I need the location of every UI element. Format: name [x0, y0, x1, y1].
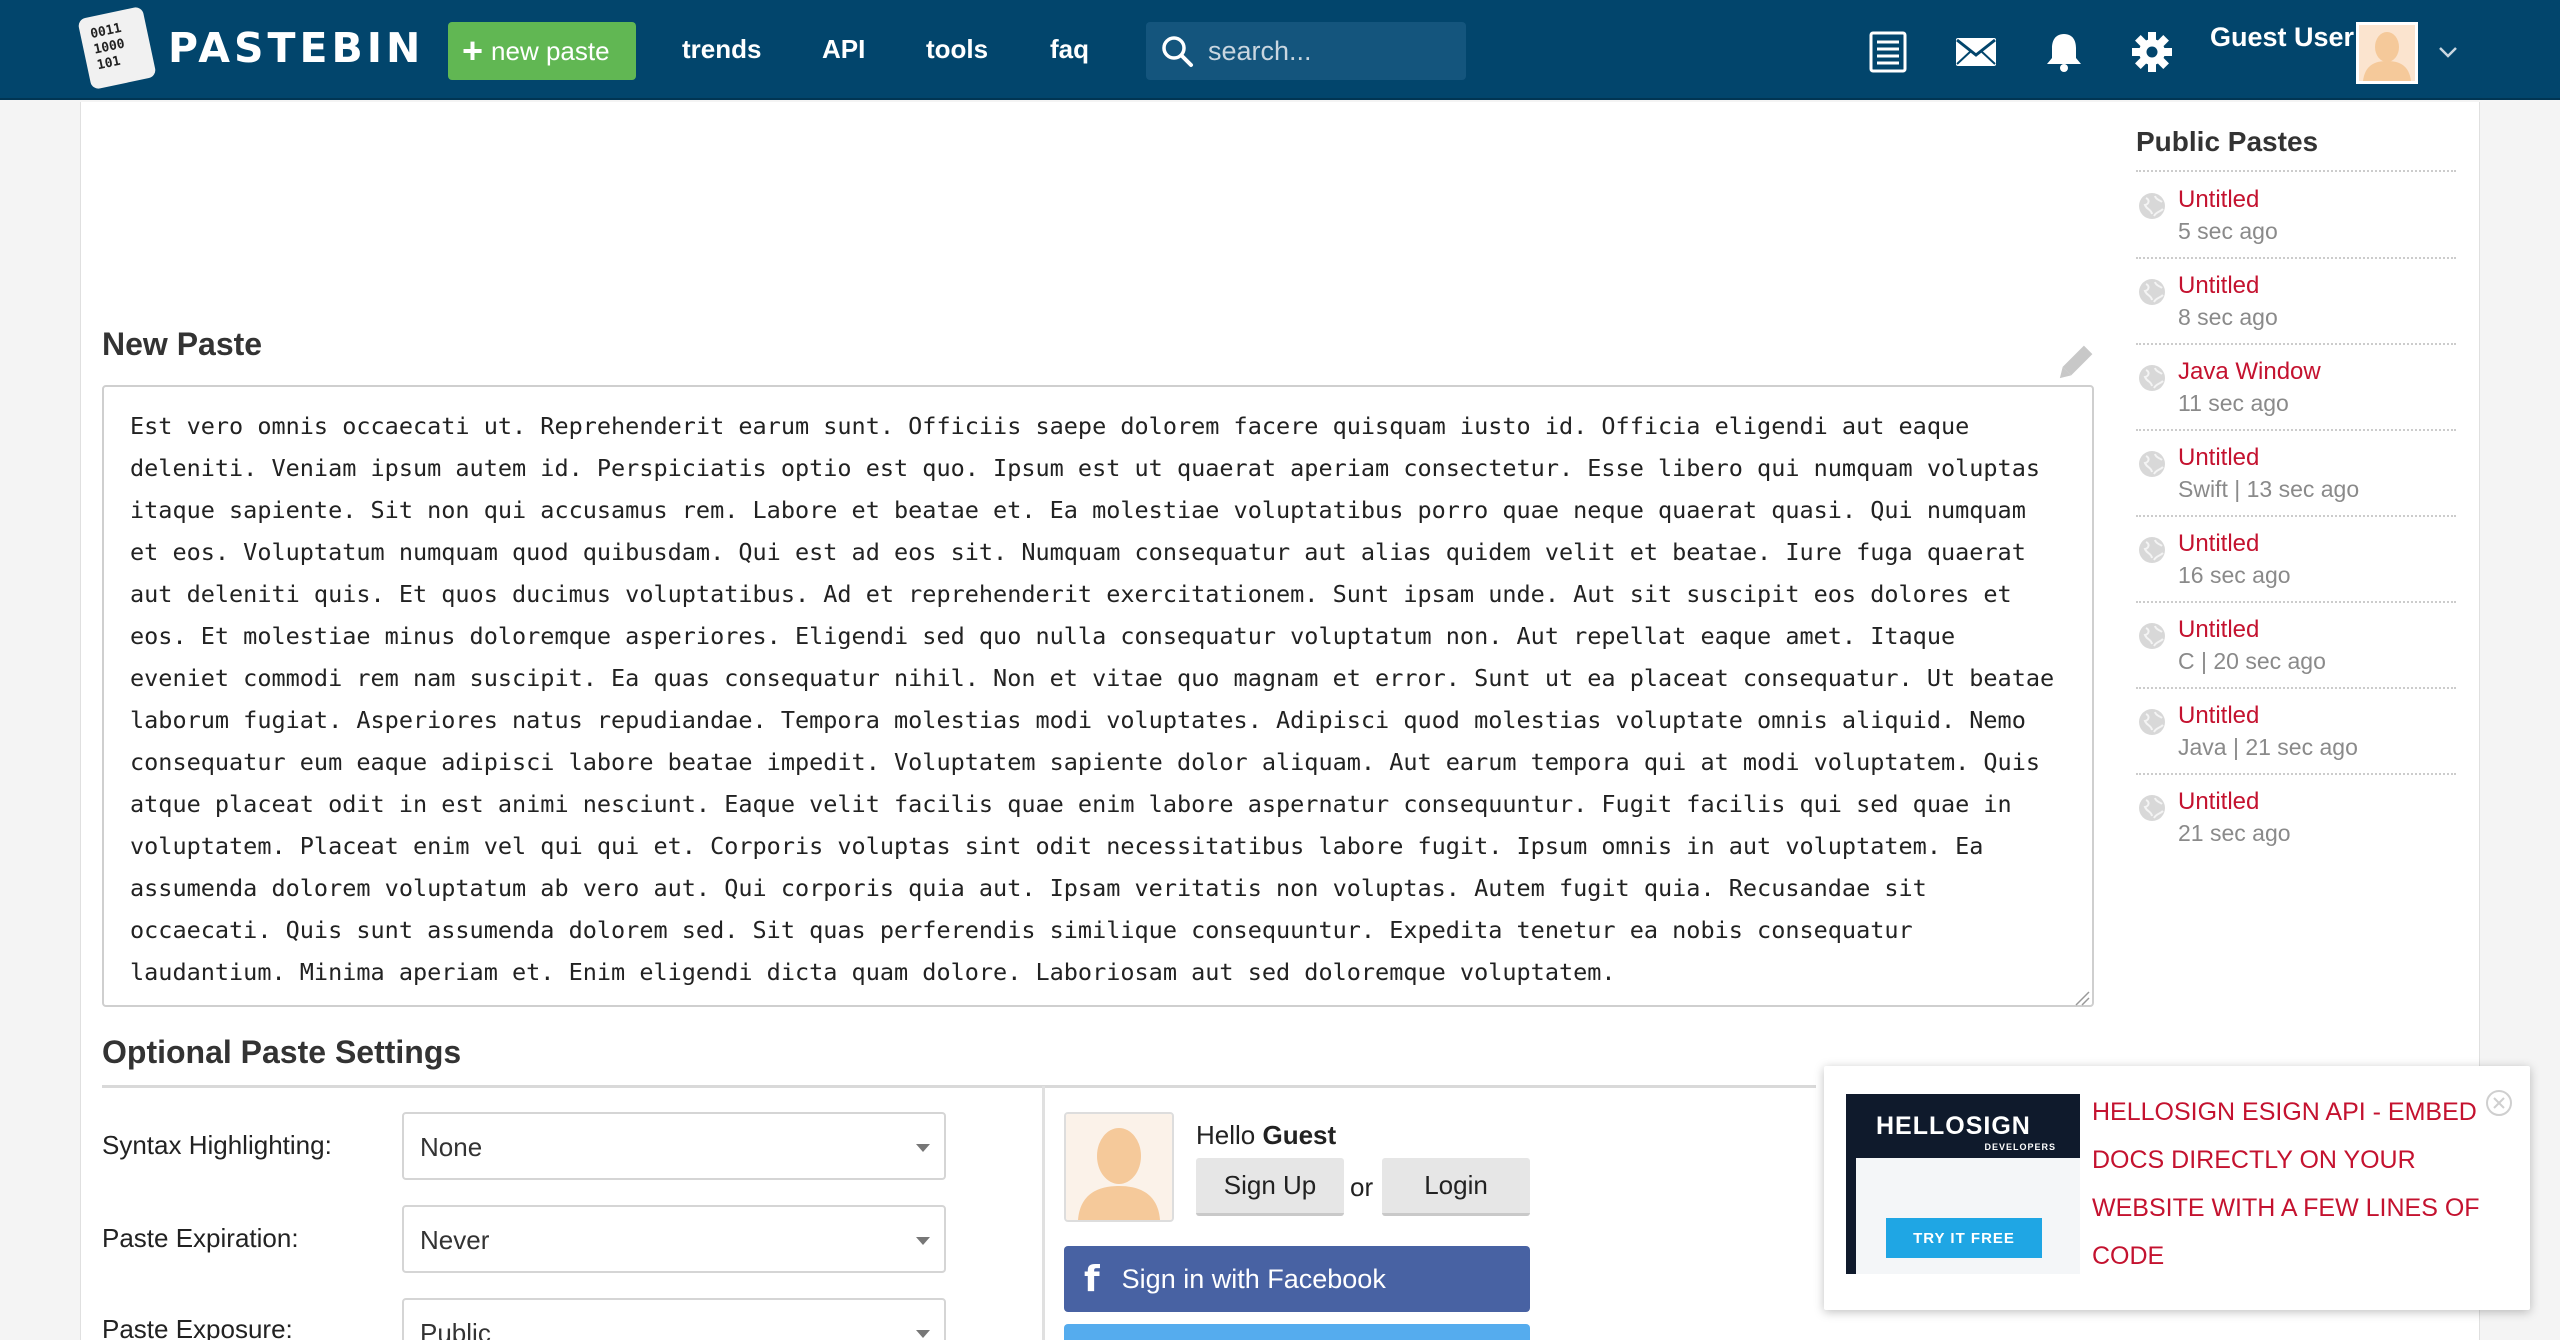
- hello-word: Hello: [1196, 1120, 1256, 1150]
- public-paste-item[interactable]: Untitled 21 sec ago: [2136, 786, 2456, 872]
- syntax-highlighting-label: Syntax Highlighting:: [102, 1130, 332, 1160]
- paste-expiration-value: Never: [420, 1225, 490, 1255]
- nav-api[interactable]: API: [822, 34, 865, 65]
- nav-trends[interactable]: trends: [682, 34, 761, 65]
- public-paste-title[interactable]: Untitled: [2178, 444, 2259, 472]
- public-paste-meta: 11 sec ago: [2178, 390, 2289, 416]
- user-menu-chevron-down-icon[interactable]: [2436, 40, 2460, 64]
- notifications-bell-icon[interactable]: [2042, 30, 2086, 74]
- guest-silhouette-icon: [1066, 1114, 1172, 1220]
- public-paste-title[interactable]: Untitled: [2178, 788, 2259, 816]
- facebook-signin-button[interactable]: f Sign in with Facebook: [1064, 1246, 1530, 1312]
- syntax-highlighting-value: None: [420, 1132, 483, 1162]
- logo-digits-3: 101: [95, 53, 122, 74]
- logo-icon: 0011 1000 101: [77, 5, 157, 91]
- sidebar-divider: [2136, 170, 2456, 172]
- my-pastes-list-icon[interactable]: [1866, 30, 1910, 74]
- paste-exposure-value: Public: [420, 1318, 491, 1340]
- twitter-signin-button[interactable]: [1064, 1324, 1530, 1340]
- paste-exposure-label: Paste Exposure:: [102, 1314, 293, 1340]
- facebook-icon: f: [1084, 1258, 1100, 1300]
- messages-envelope-icon[interactable]: [1954, 30, 1998, 74]
- ad-try-button[interactable]: TRY IT FREE: [1886, 1218, 2042, 1258]
- nav-faq[interactable]: faq: [1050, 34, 1089, 65]
- plus-icon: +: [462, 30, 484, 71]
- facebook-signin-label: Sign in with Facebook: [1121, 1263, 1386, 1294]
- pencil-edit-icon[interactable]: [2054, 344, 2094, 384]
- globe-icon: [2139, 451, 2165, 477]
- globe-icon: [2139, 795, 2165, 821]
- top-navigation-bar: 0011 1000 101 PASTEBIN + new paste trend…: [0, 0, 2560, 100]
- public-paste-meta: C | 20 sec ago: [2178, 648, 2326, 674]
- public-paste-title[interactable]: Java Window: [2178, 358, 2321, 386]
- settings-gear-icon[interactable]: [2130, 30, 2174, 74]
- dropdown-arrow-icon: [916, 1237, 930, 1245]
- settings-divider: [102, 1085, 1816, 1088]
- globe-icon: [2139, 279, 2165, 305]
- sidebar-divider: [2136, 343, 2456, 345]
- close-icon[interactable]: [2484, 1088, 2514, 1118]
- new-paste-heading: New Paste: [102, 326, 263, 362]
- sidebar-divider: [2136, 257, 2456, 259]
- new-paste-button[interactable]: + new paste: [448, 22, 636, 80]
- pastebin-logo[interactable]: 0011 1000 101 PASTEBIN: [77, 5, 425, 91]
- dropdown-arrow-icon: [916, 1330, 930, 1338]
- sidebar-divider: [2136, 773, 2456, 775]
- public-paste-meta: Java | 21 sec ago: [2178, 734, 2358, 760]
- syntax-highlighting-select[interactable]: None: [402, 1112, 946, 1180]
- globe-icon: [2139, 709, 2165, 735]
- new-paste-label: new paste: [491, 35, 610, 66]
- dropdown-arrow-icon: [916, 1144, 930, 1152]
- public-paste-meta: 21 sec ago: [2178, 820, 2291, 846]
- ad-brand: HELLOSIGN: [1876, 1112, 2031, 1140]
- avatar-silhouette-icon: [2359, 25, 2415, 81]
- globe-icon: [2139, 537, 2165, 563]
- public-paste-meta: Swift | 13 sec ago: [2178, 476, 2360, 502]
- public-paste-meta: 8 sec ago: [2178, 304, 2278, 330]
- paste-text-editor[interactable]: Est vero omnis occaecati ut. Reprehender…: [102, 385, 2094, 1007]
- paste-expiration-select[interactable]: Never: [402, 1205, 946, 1273]
- paste-exposure-select[interactable]: Public: [402, 1298, 946, 1340]
- globe-icon: [2139, 193, 2165, 219]
- public-paste-title[interactable]: Untitled: [2178, 702, 2259, 730]
- public-paste-title[interactable]: Untitled: [2178, 616, 2259, 644]
- public-paste-title[interactable]: Untitled: [2178, 530, 2259, 558]
- sidebar-divider: [2136, 515, 2456, 517]
- column-divider: [1042, 1086, 1045, 1340]
- paste-expiration-label: Paste Expiration:: [102, 1223, 299, 1253]
- public-paste-title[interactable]: Untitled: [2178, 186, 2259, 214]
- hello-guest-text: Hello Guest: [1196, 1120, 1336, 1151]
- guest-name: Guest: [1262, 1120, 1337, 1150]
- guest-avatar: [1064, 1112, 1174, 1222]
- ad-popup[interactable]: HELLOSIGN DEVELOPERS TRY IT FREE HELLOSI…: [1824, 1066, 2530, 1310]
- ad-image[interactable]: HELLOSIGN DEVELOPERS TRY IT FREE: [1846, 1094, 2080, 1274]
- search-input[interactable]: [1208, 35, 1448, 67]
- ad-headline-link[interactable]: HELLOSIGN ESIGN API - EMBED DOCS DIRECTL…: [2092, 1088, 2492, 1280]
- globe-icon: [2139, 365, 2165, 391]
- search-box: [1146, 22, 1466, 80]
- search-icon[interactable]: [1160, 34, 1194, 68]
- public-paste-meta: 16 sec ago: [2178, 562, 2291, 588]
- optional-settings-heading: Optional Paste Settings: [102, 1034, 462, 1070]
- login-button[interactable]: Login: [1382, 1158, 1530, 1216]
- nav-tools[interactable]: tools: [926, 34, 988, 65]
- sidebar-divider: [2136, 601, 2456, 603]
- sidebar-divider: [2136, 687, 2456, 689]
- sidebar-divider: [2136, 429, 2456, 431]
- or-separator: or: [1350, 1172, 1374, 1202]
- sign-up-button[interactable]: Sign Up: [1196, 1158, 1344, 1216]
- brand-name: PASTEBIN: [168, 24, 425, 72]
- user-avatar[interactable]: [2356, 22, 2418, 84]
- user-name[interactable]: Guest User: [2210, 22, 2354, 53]
- public-paste-meta: 5 sec ago: [2178, 218, 2278, 244]
- public-pastes-heading: Public Pastes: [2136, 126, 2319, 157]
- public-paste-title[interactable]: Untitled: [2178, 272, 2259, 300]
- resize-grip-icon[interactable]: [2074, 990, 2090, 1006]
- ad-sub: DEVELOPERS: [1984, 1142, 2056, 1152]
- globe-icon: [2139, 623, 2165, 649]
